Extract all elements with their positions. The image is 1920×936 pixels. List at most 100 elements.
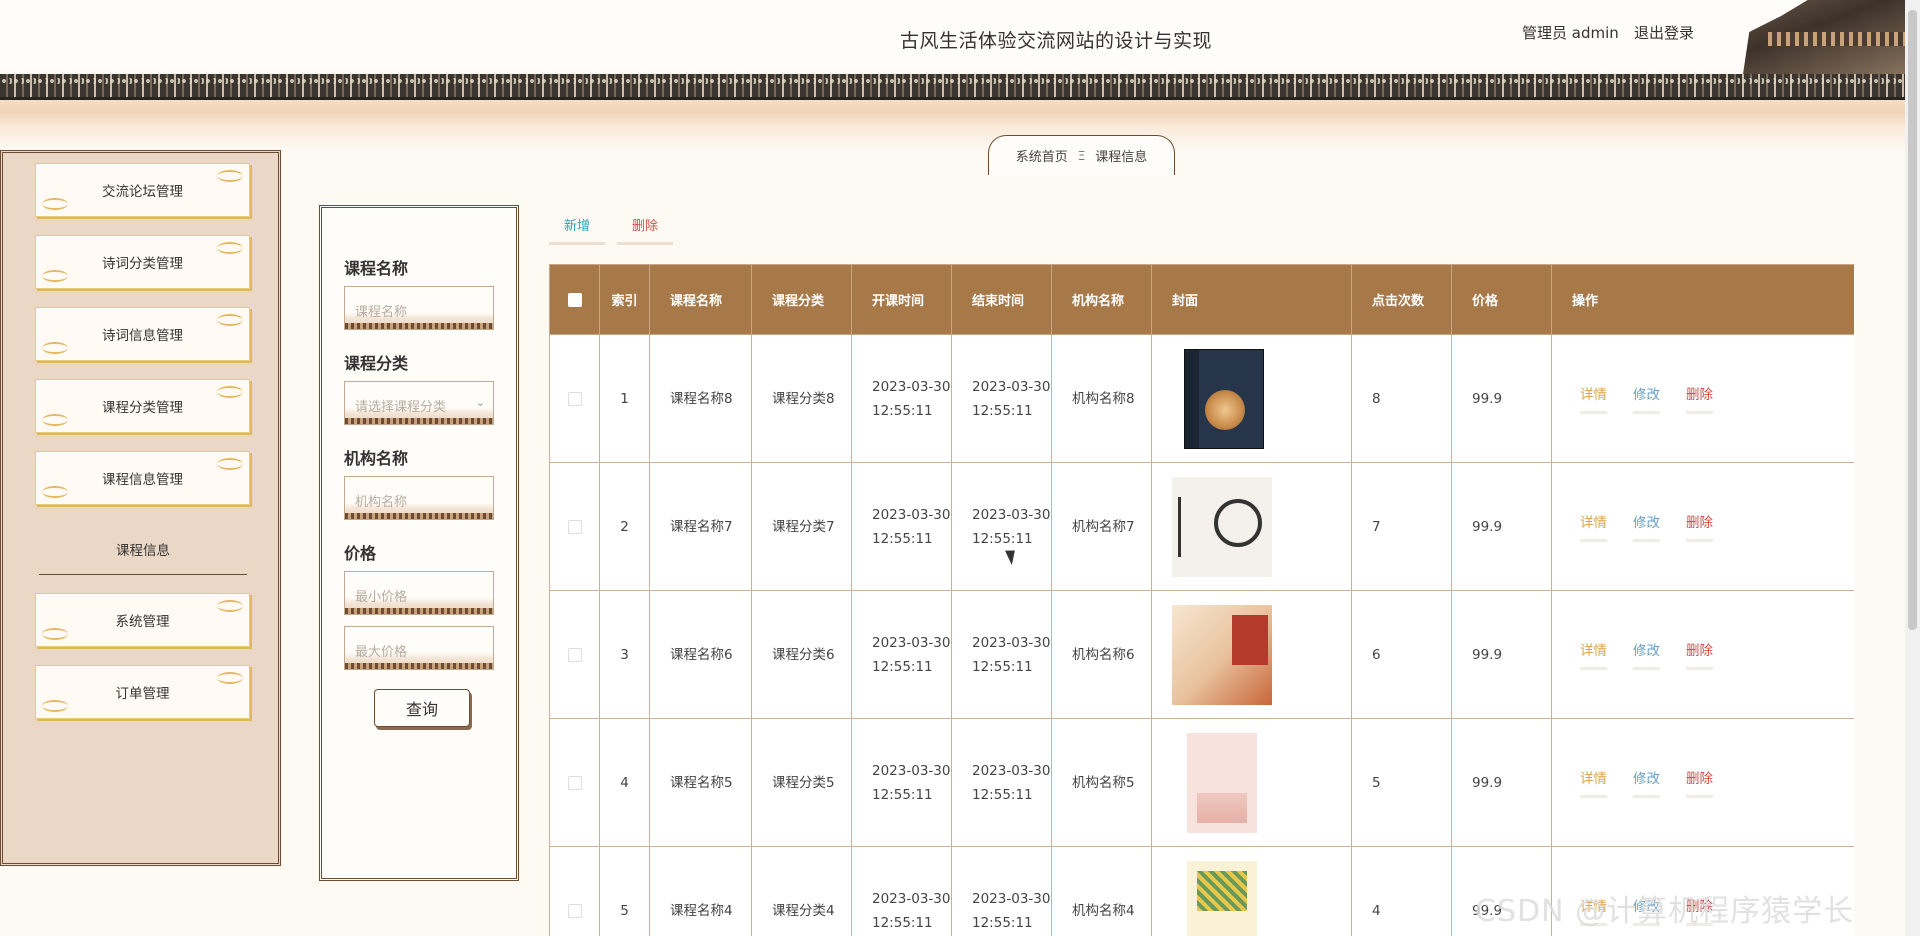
cell-index: 5 — [599, 846, 650, 936]
cell-course-name: 课程名称4 — [649, 846, 752, 936]
page-header: 古风生活体验交流网站的设计与实现 管理员 admin 退出登录 — [0, 0, 1920, 150]
sidebar-item-poem-category[interactable]: 诗词分类管理 — [35, 235, 250, 289]
sidebar-item-system[interactable]: 系统管理 — [35, 593, 250, 647]
cell-cover — [1151, 462, 1352, 591]
category-select[interactable]: 请选择课程分类 ⌄ — [344, 381, 494, 425]
cell-category: 课程分类6 — [751, 590, 852, 719]
pagoda-roof-decoration — [1742, 0, 1905, 80]
row-checkbox[interactable] — [567, 519, 582, 534]
col-header-end: 结束时间 — [951, 264, 1052, 335]
breadcrumb: 系统首页 Ξ 课程信息 — [988, 135, 1175, 175]
category-select-placeholder: 请选择课程分类 — [355, 400, 447, 415]
cell-price: 99.9 — [1451, 718, 1552, 847]
row-checkbox[interactable] — [567, 903, 582, 918]
org-name-input[interactable]: 机构名称 — [344, 476, 494, 520]
cover-image — [1172, 476, 1272, 577]
sidebar-subitem-course-info[interactable]: 课程信息 — [39, 539, 247, 575]
cell-end: 2023-03-30 12:55:11 — [951, 590, 1052, 719]
sidebar-item-course-info[interactable]: 课程信息管理 — [35, 451, 250, 505]
cell-org: 机构名称7 — [1051, 462, 1152, 591]
row-checkbox[interactable] — [567, 647, 582, 662]
sidebar-item-course-category[interactable]: 课程分类管理 — [35, 379, 250, 433]
cell-clicks: 7 — [1351, 462, 1452, 591]
delete-button[interactable]: 删除 — [1686, 767, 1713, 798]
table-row: 4 课程名称5 课程分类5 2023-03-30 12:55:11 2023-0… — [549, 718, 1854, 847]
cell-ops: 详情 修改 删除 — [1551, 334, 1854, 463]
cell-cover — [1151, 334, 1352, 463]
cell-price: 99.9 — [1451, 334, 1552, 463]
course-table: 索引 课程名称 课程分类 开课时间 结束时间 机构名称 封面 点击次数 价格 操… — [549, 264, 1854, 936]
logout-link[interactable]: 退出登录 — [1634, 22, 1694, 43]
cell-price: 99.9 — [1451, 590, 1552, 719]
course-name-input[interactable]: 课程名称 — [344, 286, 494, 330]
col-header-start: 开课时间 — [851, 264, 952, 335]
select-all-checkbox[interactable] — [567, 292, 582, 307]
table-row: 3 课程名称6 课程分类6 2023-03-30 12:55:11 2023-0… — [549, 590, 1854, 719]
edit-button[interactable]: 修改 — [1633, 511, 1660, 542]
detail-button[interactable]: 详情 — [1580, 639, 1607, 670]
course-name-label: 课程名称 — [344, 259, 409, 278]
cell-end: 2023-03-30 12:55:11 — [951, 846, 1052, 936]
page-scrollbar-thumb[interactable] — [1908, 10, 1917, 630]
cell-index: 2 — [599, 462, 650, 591]
sidebar-item-orders[interactable]: 订单管理 — [35, 665, 250, 719]
search-panel: 课程名称 课程名称 课程分类 请选择课程分类 ⌄ 机构名称 机构名称 价格 最小… — [319, 205, 519, 881]
detail-button[interactable]: 详情 — [1580, 511, 1607, 542]
row-select-cell[interactable] — [549, 718, 600, 847]
cell-ops: 详情 修改 删除 — [1551, 462, 1854, 591]
row-select-cell[interactable] — [549, 590, 600, 719]
col-header-index: 索引 — [599, 264, 650, 335]
col-header-clicks: 点击次数 — [1351, 264, 1452, 335]
breadcrumb-current: 课程信息 — [1095, 150, 1148, 165]
org-label: 机构名称 — [344, 449, 409, 468]
course-table-wrapper: 索引 课程名称 课程分类 开课时间 结束时间 机构名称 封面 点击次数 价格 操… — [549, 264, 1854, 936]
cell-start: 2023-03-30 12:55:11 — [851, 846, 952, 936]
cell-price: 99.9 — [1451, 462, 1552, 591]
cell-index: 1 — [599, 334, 650, 463]
breadcrumb-home[interactable]: 系统首页 — [1016, 146, 1068, 165]
price-label: 价格 — [344, 544, 377, 563]
edit-button[interactable]: 修改 — [1633, 639, 1660, 670]
col-header-cover: 封面 — [1151, 264, 1352, 335]
row-select-cell[interactable] — [549, 846, 600, 936]
detail-button[interactable]: 详情 — [1580, 767, 1607, 798]
cell-start: 2023-03-30 12:55:11 — [851, 334, 952, 463]
roof-tiles-decoration — [0, 74, 1905, 100]
min-price-input[interactable]: 最小价格 — [344, 571, 494, 615]
cell-start: 2023-03-30 12:55:11 — [851, 590, 952, 719]
cell-org: 机构名称5 — [1051, 718, 1152, 847]
cell-cover — [1151, 590, 1352, 719]
delete-button[interactable]: 删除 — [1686, 639, 1713, 670]
admin-user-label: 管理员 admin — [1522, 24, 1619, 42]
cover-image — [1184, 348, 1264, 449]
cell-ops: 详情 修改 删除 — [1551, 590, 1854, 719]
add-button[interactable]: 新增 — [549, 207, 605, 245]
delete-button[interactable]: 删除 — [1686, 511, 1713, 542]
cell-index: 4 — [599, 718, 650, 847]
cell-end: 2023-03-30 12:55:11 — [951, 718, 1052, 847]
max-price-input[interactable]: 最大价格 — [344, 626, 494, 670]
cover-image — [1172, 604, 1272, 705]
row-checkbox[interactable] — [567, 391, 582, 406]
detail-button[interactable]: 详情 — [1580, 383, 1607, 414]
cell-start: 2023-03-30 12:55:11 — [851, 718, 952, 847]
select-all-header[interactable] — [549, 264, 600, 335]
cell-org: 机构名称8 — [1051, 334, 1152, 463]
row-checkbox[interactable] — [567, 775, 582, 790]
cell-ops: 详情 修改 删除 — [1551, 718, 1854, 847]
cell-end: 2023-03-30 12:55:11 — [951, 462, 1052, 591]
batch-delete-button[interactable]: 删除 — [617, 207, 673, 245]
edit-button[interactable]: 修改 — [1633, 383, 1660, 414]
cell-category: 课程分类5 — [751, 718, 852, 847]
sidebar-item-forum[interactable]: 交流论坛管理 — [35, 163, 250, 217]
edit-button[interactable]: 修改 — [1633, 767, 1660, 798]
delete-button[interactable]: 删除 — [1686, 383, 1713, 414]
cell-category: 课程分类8 — [751, 334, 852, 463]
table-row: 1 课程名称8 课程分类8 2023-03-30 12:55:11 2023-0… — [549, 334, 1854, 463]
category-label: 课程分类 — [344, 354, 409, 373]
col-header-ops: 操作 — [1551, 264, 1854, 335]
sidebar-item-poem-info[interactable]: 诗词信息管理 — [35, 307, 250, 361]
row-select-cell[interactable] — [549, 334, 600, 463]
row-select-cell[interactable] — [549, 462, 600, 591]
query-button[interactable]: 查询 — [374, 689, 470, 727]
